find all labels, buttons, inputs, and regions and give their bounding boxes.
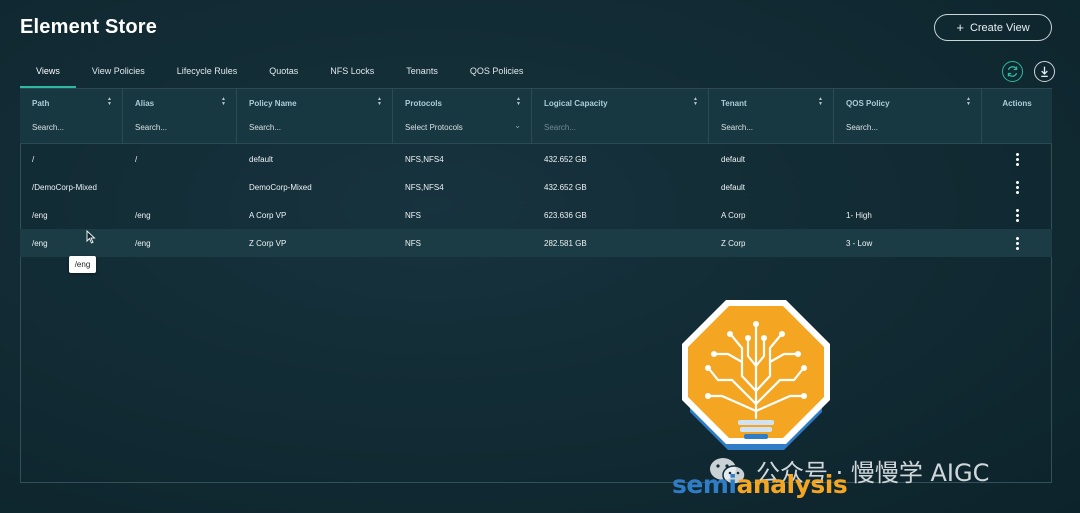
- table-row[interactable]: /eng/eng Z Corp VP NFS 282.581 GB Z Corp 3 - …: [20, 229, 1052, 257]
- column-search-input[interactable]: Search...: [32, 123, 64, 132]
- column-header-alias: Alias ▲ ▼ Search...: [123, 89, 237, 143]
- cell-alias: /: [135, 154, 138, 164]
- column-header-qos-policy: QOS Policy ▲ ▼ Search...: [834, 89, 982, 143]
- column-header-protocols: Protocols ▲ ▼ Select Protocols ⌄: [393, 89, 532, 143]
- kebab-menu-icon[interactable]: [982, 152, 1052, 166]
- page-title: Element Store: [20, 16, 158, 38]
- cell-capacity: 432.652 GB: [544, 154, 587, 164]
- cell-alias: /eng: [135, 238, 151, 248]
- cell-path: /DemoCorp-Mixed: [32, 182, 97, 192]
- cell-capacity: 282.581 GB: [544, 238, 587, 248]
- tab-view-policies[interactable]: View Policies: [76, 62, 161, 88]
- tab-bar: Views View Policies Lifecycle Rules Quot…: [20, 62, 539, 88]
- cell-tenant: A Corp: [721, 210, 746, 220]
- cell-policy: default: [249, 154, 274, 164]
- column-header-path: Path ▲ ▼ Search...: [20, 89, 123, 143]
- tab-views[interactable]: Views: [20, 62, 76, 88]
- row-actions-menu[interactable]: [982, 152, 1052, 166]
- column-header-policy-name: Policy Name ▲ ▼ Search...: [237, 89, 393, 143]
- column-label[interactable]: Protocols: [405, 99, 442, 108]
- column-label[interactable]: Path: [32, 99, 49, 108]
- path-tooltip: /eng: [69, 256, 96, 273]
- download-icon[interactable]: [1034, 61, 1055, 82]
- column-label[interactable]: Tenant: [721, 99, 747, 108]
- column-header-logical-capacity: Logical Capacity ▲ ▼ Search...: [532, 89, 709, 143]
- cell-protocols: NFS,NFS4: [405, 182, 444, 192]
- cell-protocols: NFS: [405, 210, 421, 220]
- sort-icon[interactable]: ▲ ▼: [221, 97, 226, 107]
- cell-policy: A Corp VP: [249, 210, 287, 220]
- column-search-input[interactable]: Search...: [846, 123, 878, 132]
- cell-policy: DemoCorp-Mixed: [249, 182, 312, 192]
- tab-nfs-locks[interactable]: NFS Locks: [314, 62, 390, 88]
- cell-tenant: Z Corp: [721, 238, 746, 248]
- refresh-icon[interactable]: [1002, 61, 1023, 82]
- download-glyph: [1041, 66, 1048, 78]
- table-row[interactable]: /eng/eng A Corp VP NFS 623.636 GB A Corp 1- H…: [20, 201, 1052, 229]
- cell-capacity: 623.636 GB: [544, 210, 587, 220]
- cell-protocols: NFS,NFS4: [405, 154, 444, 164]
- create-view-label: Create View: [969, 21, 1030, 34]
- table-row[interactable]: /DemoCorp-Mixed DemoCorp-Mixed NFS,NFS4 432…: [20, 173, 1052, 201]
- sort-icon[interactable]: ▲ ▼: [818, 97, 823, 107]
- tab-quotas[interactable]: Quotas: [253, 62, 314, 88]
- column-label[interactable]: QOS Policy: [846, 99, 890, 108]
- sort-icon[interactable]: ▲ ▼: [516, 97, 521, 107]
- column-label: Actions: [1002, 99, 1032, 108]
- column-search-input[interactable]: Search...: [721, 123, 753, 132]
- column-label[interactable]: Alias: [135, 99, 154, 108]
- column-header-tenant: Tenant ▲ ▼ Search...: [709, 89, 834, 143]
- table-row[interactable]: / / default NFS,NFS4 432.652 GB default: [20, 145, 1052, 173]
- cell-policy: Z Corp VP: [249, 238, 287, 248]
- create-view-button[interactable]: + Create View: [934, 14, 1052, 41]
- table-header: Path ▲ ▼ Search... Alias ▲ ▼ Search... Policy Na…: [20, 88, 1052, 144]
- column-search-input[interactable]: Search...: [249, 123, 281, 132]
- tab-tenants[interactable]: Tenants: [390, 62, 454, 88]
- column-label[interactable]: Logical Capacity: [544, 99, 608, 108]
- column-search-input[interactable]: Search...: [135, 123, 167, 132]
- refresh-glyph: [1007, 66, 1018, 77]
- kebab-menu-icon[interactable]: [982, 208, 1052, 222]
- row-actions-menu[interactable]: [982, 236, 1052, 250]
- semianalysis-logo-text: semianalysis: [672, 470, 848, 499]
- table-body: / / default NFS,NFS4 432.652 GB default/DemoC…: [20, 145, 1052, 257]
- cell-path: /eng: [32, 210, 48, 220]
- cell-qos: 3 - Low: [846, 238, 873, 248]
- cell-capacity: 432.652 GB: [544, 182, 587, 192]
- logo-text-semi: semi: [672, 470, 737, 499]
- kebab-menu-icon[interactable]: [982, 180, 1052, 194]
- plus-icon: +: [956, 20, 964, 35]
- semianalysis-logo-icon: [682, 300, 830, 450]
- tab-qos-policies[interactable]: QOS Policies: [454, 62, 540, 88]
- row-actions-menu[interactable]: [982, 180, 1052, 194]
- cell-protocols: NFS: [405, 238, 421, 248]
- cell-path: /: [32, 154, 35, 164]
- tab-lifecycle-rules[interactable]: Lifecycle Rules: [161, 62, 254, 88]
- cell-path: /eng: [32, 238, 48, 248]
- cell-tenant: default: [721, 154, 746, 164]
- protocols-select[interactable]: Select Protocols: [405, 123, 463, 132]
- column-header-actions: Actions: [982, 89, 1052, 143]
- cell-qos: 1- High: [846, 210, 872, 220]
- cell-alias: /eng: [135, 210, 151, 220]
- sort-icon[interactable]: ▲ ▼: [107, 97, 112, 107]
- chevron-down-icon[interactable]: ⌄: [514, 121, 521, 130]
- column-search-input[interactable]: Search...: [544, 123, 576, 132]
- sort-icon[interactable]: ▲ ▼: [966, 97, 971, 107]
- column-label[interactable]: Policy Name: [249, 99, 297, 108]
- cell-tenant: default: [721, 182, 746, 192]
- sort-icon[interactable]: ▲ ▼: [377, 97, 382, 107]
- logo-text-analysis: analysis: [736, 470, 848, 499]
- kebab-menu-icon[interactable]: [982, 236, 1052, 250]
- sort-icon[interactable]: ▲ ▼: [693, 97, 698, 107]
- row-actions-menu[interactable]: [982, 208, 1052, 222]
